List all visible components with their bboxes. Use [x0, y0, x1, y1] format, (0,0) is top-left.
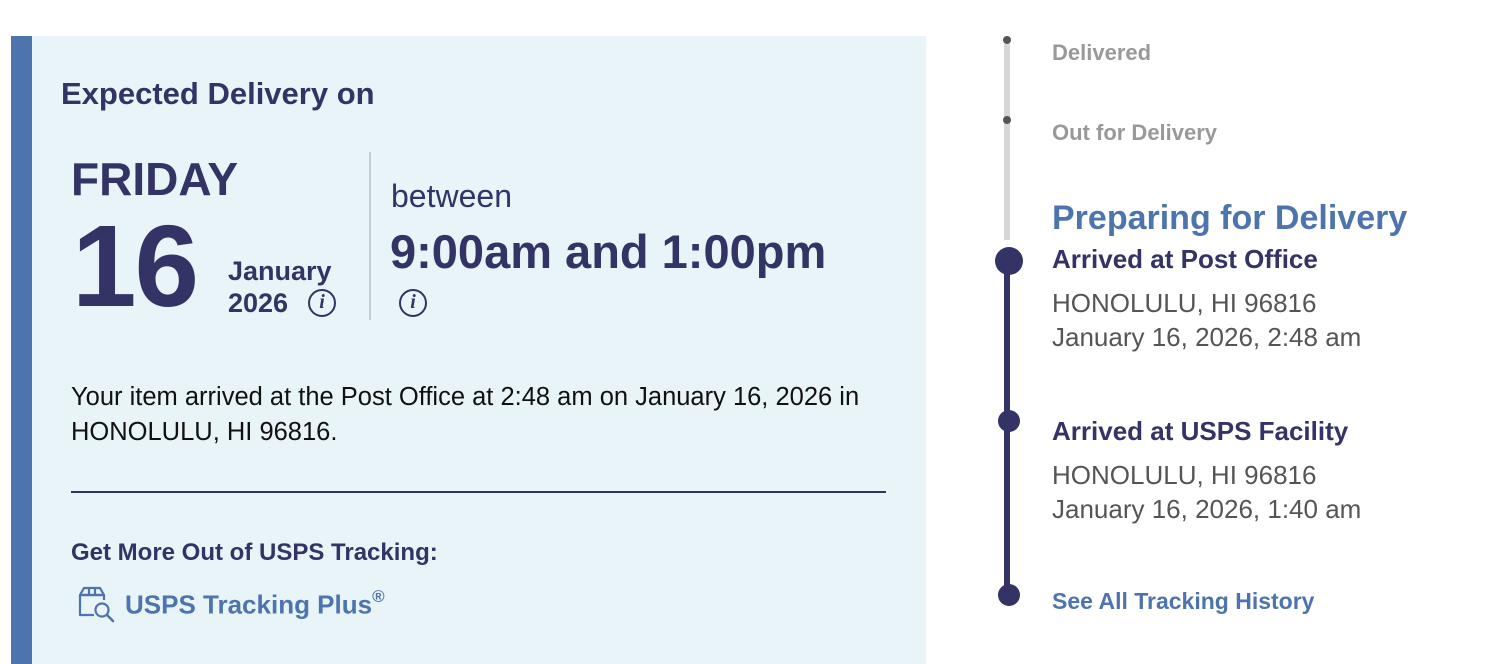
- delivery-summary: Your item arrived at the Post Office at …: [71, 383, 860, 446]
- event-datetime: January 16, 2026, 1:40 am: [1052, 494, 1362, 524]
- expected-delivery-heading: Expected Delivery on: [61, 76, 375, 111]
- package-search-icon[interactable]: [76, 584, 116, 624]
- event-title: Arrived at USPS Facility: [1052, 416, 1349, 446]
- event-title: Arrived at Post Office: [1052, 244, 1318, 274]
- date-info-icon[interactable]: i: [308, 289, 336, 317]
- delivery-day-name: FRIDAY: [71, 153, 238, 205]
- window-info-icon[interactable]: i: [399, 289, 427, 317]
- date-divider: [369, 152, 371, 320]
- between-label: between: [391, 178, 512, 214]
- registered-mark: ®: [372, 587, 385, 606]
- delivery-year: 2026: [228, 288, 289, 318]
- current-status: Preparing for Delivery: [1052, 199, 1408, 237]
- timeline-dot-delivered: [1003, 36, 1011, 44]
- timeline-upcoming-line: [1004, 44, 1010, 240]
- delivery-month: January: [228, 256, 332, 286]
- timeline-dot-current: [995, 247, 1023, 275]
- status-out-for-delivery: Out for Delivery: [1052, 120, 1218, 145]
- event-datetime: January 16, 2026, 2:48 am: [1052, 322, 1362, 352]
- event-location: HONOLULU, HI 96816: [1052, 288, 1317, 318]
- status-delivered: Delivered: [1052, 40, 1152, 65]
- timeline-dot-end: [998, 584, 1020, 606]
- timeline-dot-out-for-delivery: [1003, 116, 1011, 124]
- delivery-window: 9:00am and 1:00pm: [390, 225, 827, 278]
- timeline-dot-event: [998, 410, 1020, 432]
- delivery-day-number: 16: [72, 201, 199, 331]
- event-location: HONOLULU, HI 96816: [1052, 460, 1317, 490]
- tracking-plus-heading: Get More Out of USPS Tracking:: [71, 539, 438, 566]
- see-all-history-link[interactable]: See All Tracking History: [1052, 588, 1314, 615]
- tracking-plus-label: USPS Tracking Plus: [125, 589, 373, 620]
- section-divider: [71, 491, 886, 493]
- delivery-card: [11, 36, 926, 664]
- tracking-plus-link[interactable]: USPS Tracking Plus®: [125, 587, 385, 621]
